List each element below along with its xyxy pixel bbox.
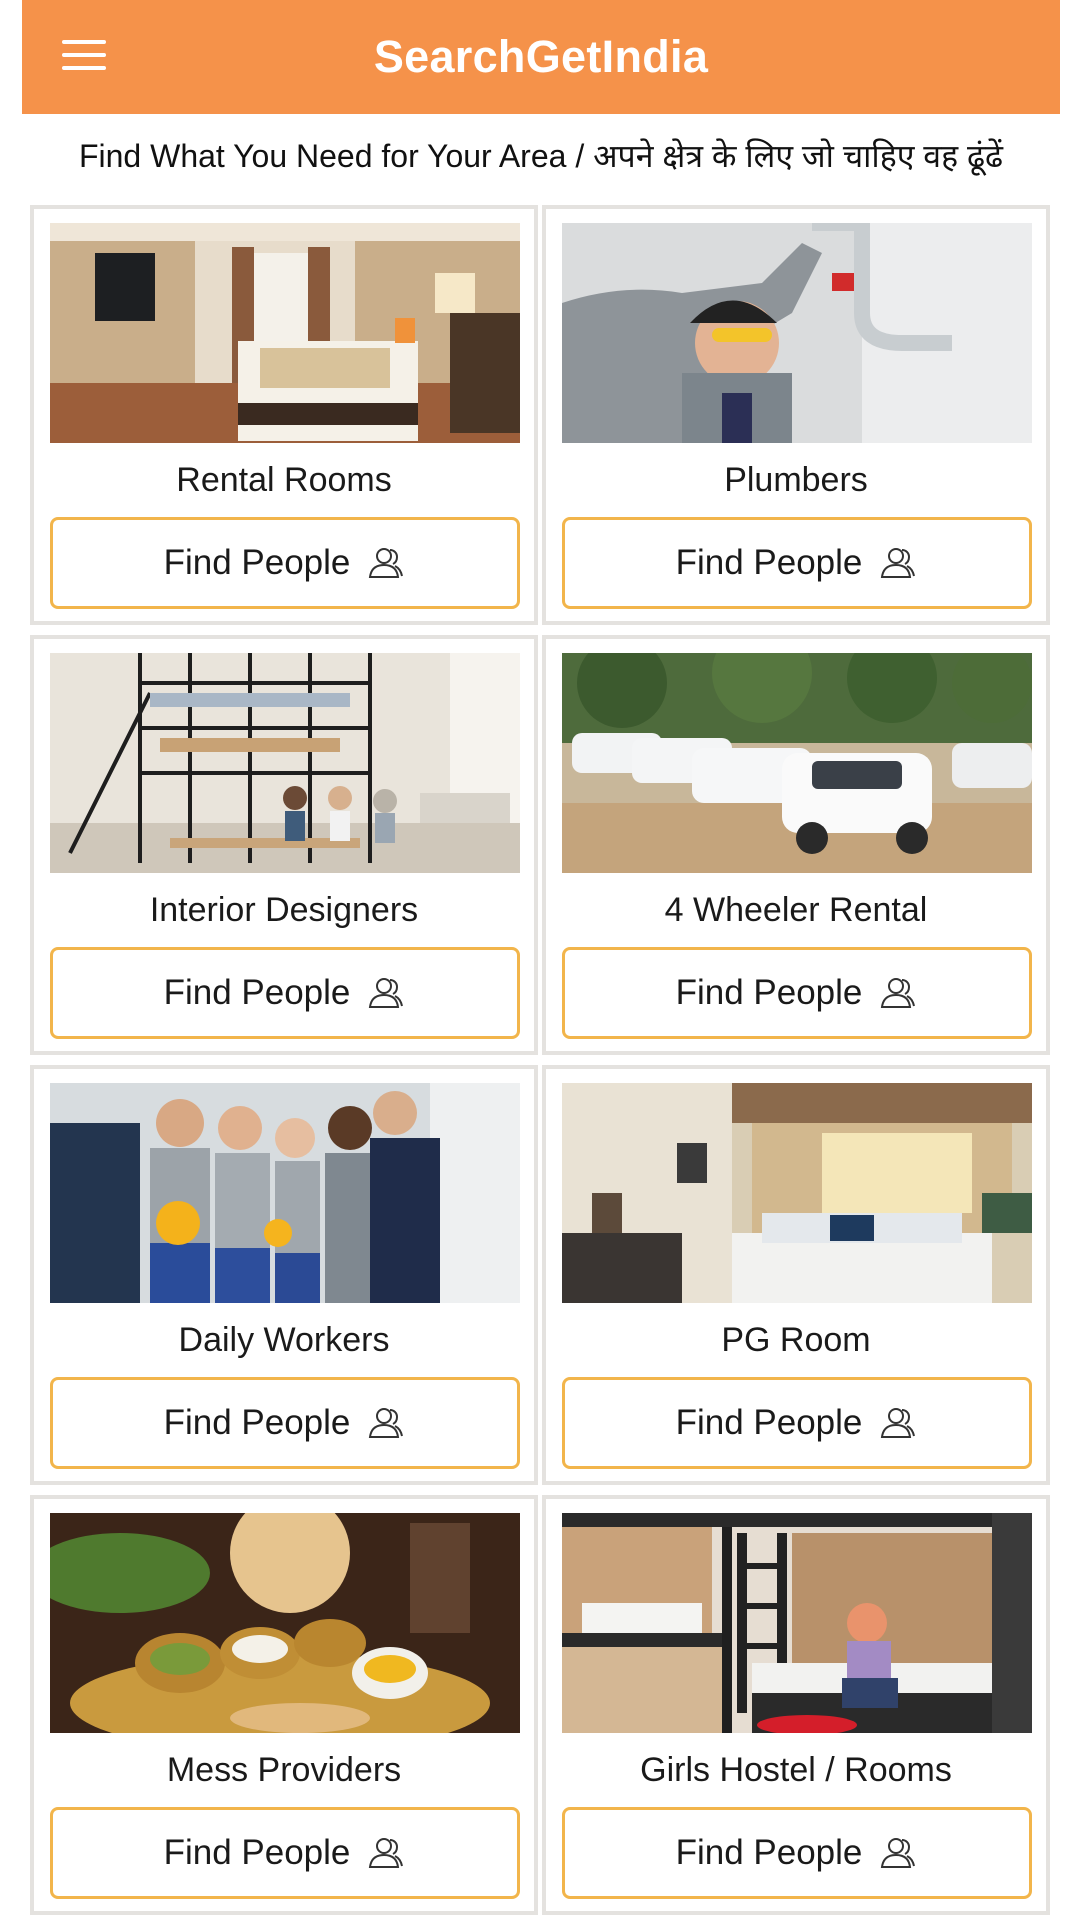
people-icon [369,978,404,1008]
category-title: Mess Providers [166,1751,402,1789]
find-people-button[interactable]: Find People [562,947,1032,1039]
find-people-label: Find People [163,1403,351,1442]
find-people-button[interactable]: Find People [50,947,520,1039]
page-subtitle: Find What You Need for Your Area / अपने … [78,138,1004,174]
category-title: Interior Designers [149,891,419,929]
category-card-plumbers[interactable]: Plumbers Find People [542,205,1050,625]
find-people-label: Find People [163,1833,351,1872]
find-people-button[interactable]: Find People [562,1807,1032,1899]
people-icon [881,1838,916,1868]
category-card-interior-designers[interactable]: Interior Designers Find People [30,635,538,1055]
category-grid: Rental Rooms Find People Plumbers Find P… [30,205,1050,1915]
category-card-rental-rooms[interactable]: Rental Rooms Find People [30,205,538,625]
menu-icon[interactable] [62,30,112,80]
people-icon [369,1408,404,1438]
people-icon [881,978,916,1008]
category-card-pg-room[interactable]: PG Room Find People [542,1065,1050,1485]
find-people-button[interactable]: Find People [50,517,520,609]
hostel-bunk-photo[interactable] [562,1513,1032,1733]
find-people-label: Find People [163,973,351,1012]
people-icon [369,1838,404,1868]
find-people-button[interactable]: Find People [562,1377,1032,1469]
bedroom-photo[interactable] [50,223,520,443]
category-card-daily-workers[interactable]: Daily Workers Find People [30,1065,538,1485]
category-title: Plumbers [724,461,868,499]
thali-food-photo[interactable] [50,1513,520,1733]
find-people-button[interactable]: Find People [562,517,1032,609]
pg-room-photo[interactable] [562,1083,1032,1303]
people-icon [881,548,916,578]
category-title: Rental Rooms [176,461,392,499]
category-title: PG Room [721,1321,871,1359]
category-title: Girls Hostel / Rooms [640,1751,952,1789]
people-icon [369,548,404,578]
people-icon [881,1408,916,1438]
find-people-button[interactable]: Find People [50,1807,520,1899]
app-title: SearchGetIndia [373,31,709,82]
find-people-label: Find People [675,1833,863,1872]
find-people-label: Find People [675,543,863,582]
category-card-girls-hostel[interactable]: Girls Hostel / Rooms Find People [542,1495,1050,1915]
plumber-photo[interactable] [562,223,1032,443]
cars-photo[interactable] [562,653,1032,873]
workers-photo[interactable] [50,1083,520,1303]
category-title: Daily Workers [178,1321,390,1359]
category-card-4-wheeler-rental[interactable]: 4 Wheeler Rental Find People [542,635,1050,1055]
find-people-label: Find People [675,1403,863,1442]
find-people-label: Find People [675,973,863,1012]
app-bar: SearchGetIndia [22,0,1060,114]
find-people-label: Find People [163,543,351,582]
office-interior-photo[interactable] [50,653,520,873]
category-title: 4 Wheeler Rental [664,891,928,929]
category-card-mess-providers[interactable]: Mess Providers Find People [30,1495,538,1915]
find-people-button[interactable]: Find People [50,1377,520,1469]
